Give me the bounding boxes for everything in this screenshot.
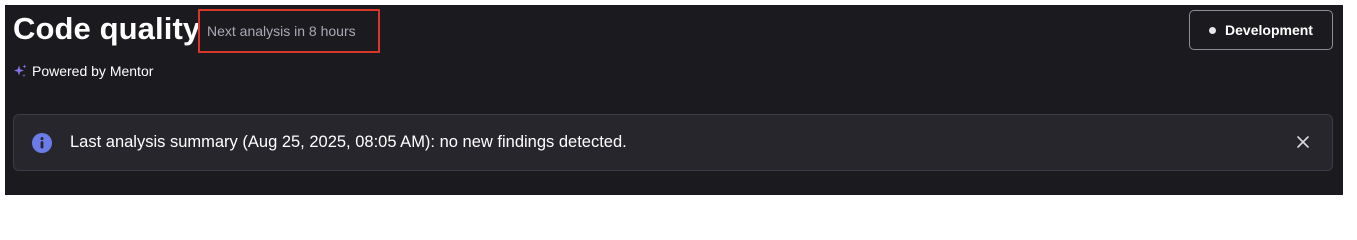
next-analysis-text: Next analysis in 8 hours [207,23,356,39]
info-icon [32,133,52,153]
powered-by-label: Powered by Mentor [32,63,154,79]
environment-button[interactable]: Development [1189,10,1333,50]
close-icon[interactable] [1296,135,1310,149]
banner-message: Last analysis summary (Aug 25, 2025, 08:… [70,133,627,151]
environment-button-label: Development [1225,22,1313,38]
analysis-summary-banner: Last analysis summary (Aug 25, 2025, 08:… [13,114,1333,171]
next-analysis-status: Next analysis in 8 hours [198,9,380,53]
code-quality-panel: Code quality Next analysis in 8 hours Po… [5,5,1343,195]
status-dot-icon [1209,26,1217,34]
powered-by: Powered by Mentor [13,63,153,79]
page-title: Code quality [13,11,201,46]
sparkle-icon [13,64,27,78]
